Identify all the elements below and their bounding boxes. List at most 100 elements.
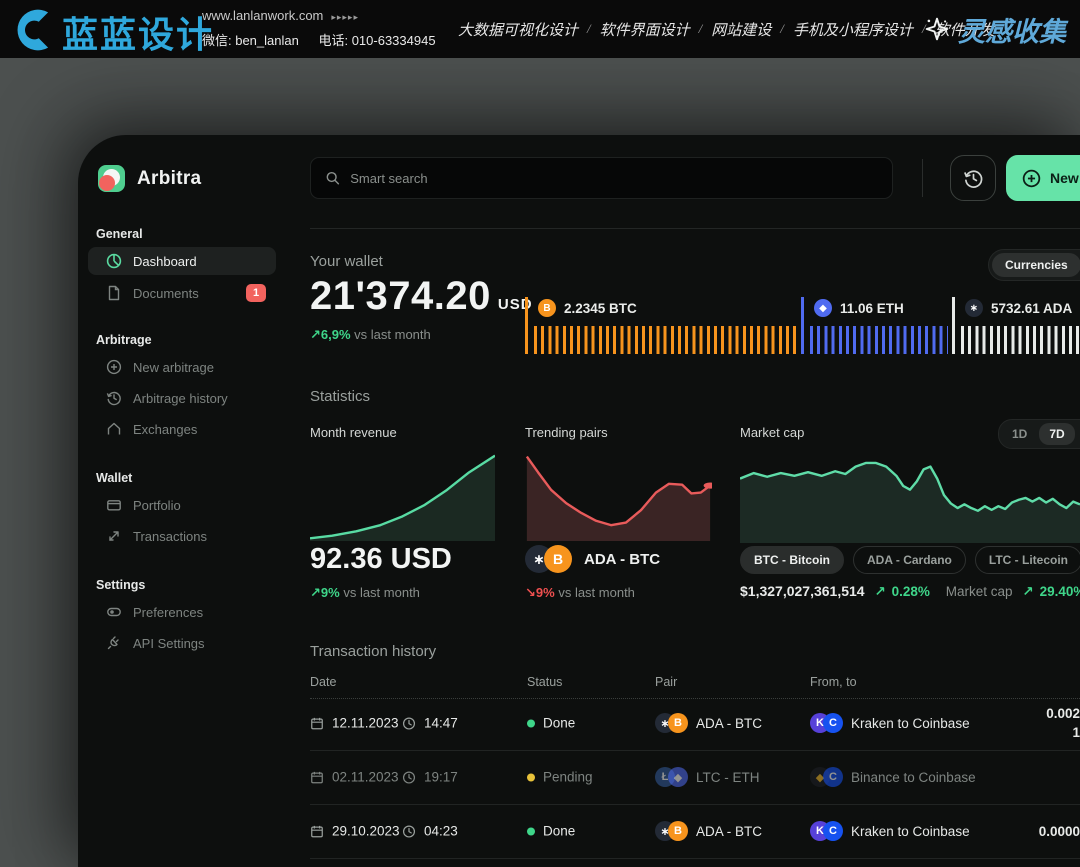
tx-route: Binance to Coinbase xyxy=(851,770,976,785)
month-revenue-chart xyxy=(310,453,495,541)
nav-separator: / xyxy=(587,21,591,37)
tx-amount: 0.0021 xyxy=(1046,704,1080,742)
holding-amount: 11.06 ETH xyxy=(840,301,904,316)
tx-date: 12.11.2023 xyxy=(332,716,399,731)
star-collect-icon xyxy=(924,16,950,42)
pair-icons: ∗B xyxy=(655,821,688,841)
calendar-icon xyxy=(310,716,324,730)
section-divider xyxy=(310,228,1080,229)
transfer-arrows-icon xyxy=(106,528,122,544)
app-name: Arbitra xyxy=(137,168,201,190)
tx-amount: 0.0000 xyxy=(1039,822,1080,841)
banner-website-link[interactable]: www.lanlanwork.com xyxy=(202,8,323,23)
sidebar-item-dashboard[interactable]: Dashboard xyxy=(88,247,276,275)
transaction-row[interactable]: 12.11.2023 14:47 Done ∗B ADA - BTC KC Kr… xyxy=(310,696,1080,750)
route-icons: KC xyxy=(810,821,843,841)
statistics-title: Statistics xyxy=(310,388,370,405)
transaction-row[interactable]: 29.10.2023 04:23 Done ∗B ADA - BTC KC Kr… xyxy=(310,804,1080,858)
calendar-icon xyxy=(310,770,324,784)
wallet-icon xyxy=(106,497,122,513)
nav-separator: / xyxy=(699,21,703,37)
banner-nav-item[interactable]: 大数据可视化设计 xyxy=(458,19,578,40)
status-dot xyxy=(527,827,535,835)
month-revenue-label: Month revenue xyxy=(310,425,397,440)
search-bar xyxy=(310,157,893,199)
tx-time: 19:17 xyxy=(424,770,458,785)
tx-date: 29.10.2023 xyxy=(332,824,400,839)
banner-arrows: ▸▸▸▸▸ xyxy=(331,12,359,22)
wallet-balance: 21'374.20USD xyxy=(310,274,533,319)
plug-icon xyxy=(106,635,122,651)
status-dot xyxy=(527,773,535,781)
trending-pair-label: ADA - BTC xyxy=(584,551,660,568)
sidebar-section-arbitrage: Arbitrage xyxy=(96,333,152,347)
month-revenue-value: 92.36 USD xyxy=(310,543,452,576)
eth-coin-icon: ◆ xyxy=(814,299,832,317)
new-arbitrage-button[interactable]: New a xyxy=(1006,155,1080,201)
sidebar-item-label: Transactions xyxy=(133,529,276,544)
btc-bars xyxy=(534,326,797,354)
dashboard-card: Arbitra General Dashboard Documents 1 Ar… xyxy=(78,135,1080,867)
calendar-icon xyxy=(310,824,324,838)
market-cap-chart xyxy=(740,451,1080,543)
sidebar-item-label: Dashboard xyxy=(133,254,276,269)
banner-nav-item[interactable]: 手机及小程序设计 xyxy=(793,19,913,40)
sidebar-item-arbitrage-history[interactable]: Arbitrage history xyxy=(88,384,276,412)
banner-phone: 电话: 010-63334945 xyxy=(318,33,435,48)
sidebar-item-label: New arbitrage xyxy=(133,360,276,375)
toggle-icon xyxy=(106,604,122,620)
transaction-row[interactable]: 02.11.2023 19:17 Pending Ł◆ LTC - ETH ◆C… xyxy=(310,750,1080,804)
pie-chart-icon xyxy=(106,253,122,269)
documents-badge: 1 xyxy=(246,284,266,302)
sidebar-section-settings: Settings xyxy=(96,578,145,592)
sidebar-item-transactions[interactable]: Transactions xyxy=(88,522,276,550)
tx-date: 02.11.2023 xyxy=(332,770,399,785)
history-button[interactable] xyxy=(950,155,996,201)
route-icons: KC xyxy=(810,713,843,733)
search-input[interactable] xyxy=(350,171,878,186)
banner-nav-item[interactable]: 网站建设 xyxy=(711,19,771,40)
inspiration-collect-button[interactable]: 灵感收集 xyxy=(924,0,1066,58)
range-7d[interactable]: 7D xyxy=(1039,423,1074,445)
lanlan-logo-icon xyxy=(14,8,58,52)
col-pair: Pair xyxy=(655,675,677,689)
sidebar-section-general: General xyxy=(96,227,143,241)
row-divider xyxy=(310,858,1080,859)
plus-circle-icon xyxy=(1022,169,1041,188)
sidebar-item-preferences[interactable]: Preferences xyxy=(88,598,276,626)
sidebar-item-exchanges[interactable]: Exchanges xyxy=(88,415,276,443)
btc-coin-icon: B xyxy=(668,821,688,841)
sidebar-item-portfolio[interactable]: Portfolio xyxy=(88,491,276,519)
banner-nav-item[interactable]: 软件界面设计 xyxy=(600,19,690,40)
eth-bars xyxy=(810,326,948,354)
tx-pair: LTC - ETH xyxy=(696,770,760,785)
trending-pairs-label: Trending pairs xyxy=(525,425,608,440)
clock-icon xyxy=(402,824,416,838)
sidebar-item-label: Documents xyxy=(133,286,235,301)
market-cap-value: $1,327,027,361,514 xyxy=(740,583,865,599)
tab-currencies[interactable]: Currencies xyxy=(992,253,1080,277)
pill-ltc-litecoin[interactable]: LTC - Litecoin xyxy=(975,546,1080,574)
holding-segment-eth: ◆ 11.06 ETH xyxy=(801,297,948,354)
sidebar-item-new-arbitrage[interactable]: New arbitrage xyxy=(88,353,276,381)
market-cap-label: Market cap xyxy=(740,425,804,440)
btc-coin-icon: B xyxy=(668,713,688,733)
wallet-title: Your wallet xyxy=(310,253,383,270)
ada-coin-icon: ∗ xyxy=(965,299,983,317)
tx-pair: ADA - BTC xyxy=(696,824,762,839)
sidebar-item-api-settings[interactable]: API Settings xyxy=(88,629,276,657)
pair-icons: Ł◆ xyxy=(655,767,688,787)
pill-ada-cardano[interactable]: ADA - Cardano xyxy=(853,546,966,574)
range-1d[interactable]: 1D xyxy=(1002,423,1037,445)
pill-btc-bitcoin[interactable]: BTC - Bitcoin xyxy=(740,546,844,574)
sidebar-item-documents[interactable]: Documents 1 xyxy=(88,279,276,307)
nav-separator: / xyxy=(780,21,784,37)
history-icon xyxy=(106,390,122,406)
holding-amount: 2.2345 BTC xyxy=(564,301,637,316)
trending-pair-change: ↘9% vs last month xyxy=(525,585,635,601)
market-cap-stats: $1,327,027,361,514 ↗0.28% Market cap ↗29… xyxy=(740,583,1080,600)
market-cap-coin-pills: BTC - Bitcoin ADA - Cardano LTC - Liteco… xyxy=(740,546,1080,574)
col-status: Status xyxy=(527,675,562,689)
tx-route: Kraken to Coinbase xyxy=(851,716,970,731)
market-cap-range-tabs: 1D 7D 1M xyxy=(998,419,1080,449)
